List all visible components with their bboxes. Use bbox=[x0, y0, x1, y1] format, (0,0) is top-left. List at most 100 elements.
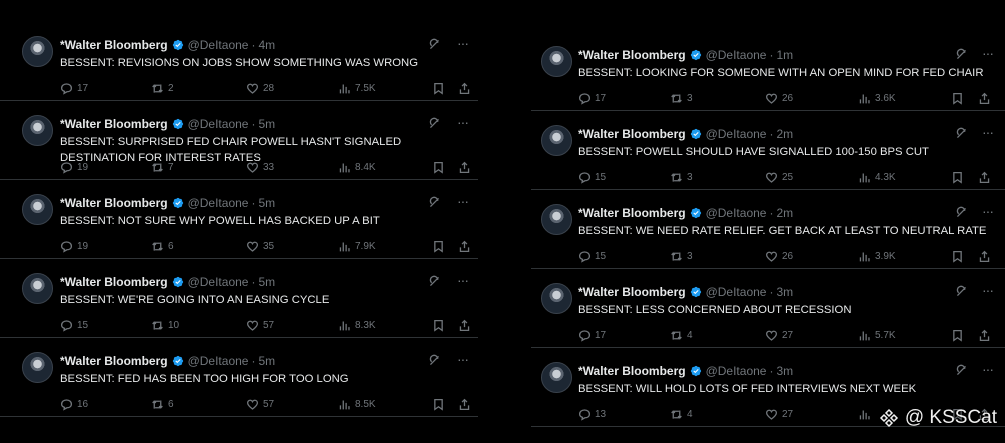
tweet[interactable]: *Walter Bloomberg @DeItaone · 5m ··· BES… bbox=[0, 259, 478, 338]
tweet[interactable]: *Walter Bloomberg @DeItaone · 5m ··· BES… bbox=[0, 180, 478, 259]
author-handle[interactable]: @DeItaone bbox=[188, 38, 249, 52]
bookmark-button[interactable] bbox=[951, 250, 968, 263]
views-button[interactable]: 7.5K bbox=[338, 82, 376, 95]
like-button[interactable]: 57 bbox=[246, 319, 274, 332]
reply-button[interactable]: 17 bbox=[60, 82, 88, 95]
more-icon[interactable]: ··· bbox=[982, 283, 994, 297]
reply-button[interactable]: 19 bbox=[60, 240, 88, 253]
reply-button[interactable]: 15 bbox=[578, 250, 606, 263]
grok-icon[interactable] bbox=[428, 275, 441, 288]
avatar[interactable] bbox=[541, 46, 572, 77]
share-button[interactable] bbox=[458, 161, 475, 174]
author-name[interactable]: *Walter Bloomberg bbox=[60, 275, 168, 289]
grok-icon[interactable] bbox=[428, 354, 441, 367]
grok-icon[interactable] bbox=[955, 364, 968, 377]
views-button[interactable]: 8.4K bbox=[338, 161, 376, 174]
like-button[interactable]: 26 bbox=[765, 250, 793, 263]
tweet-time[interactable]: 5m bbox=[258, 196, 275, 210]
more-icon[interactable]: ··· bbox=[457, 352, 469, 366]
grok-icon[interactable] bbox=[428, 38, 441, 51]
like-button[interactable]: 35 bbox=[246, 240, 274, 253]
tweet[interactable]: *Walter Bloomberg @DeItaone · 4m ··· BES… bbox=[0, 22, 478, 101]
bookmark-button[interactable] bbox=[432, 161, 449, 174]
like-button[interactable]: 25 bbox=[765, 171, 793, 184]
tweet-time[interactable]: 3m bbox=[776, 285, 793, 299]
share-button[interactable] bbox=[978, 250, 995, 263]
tweet-time[interactable]: 5m bbox=[258, 275, 275, 289]
author-handle[interactable]: @DeItaone bbox=[188, 196, 249, 210]
grok-icon[interactable] bbox=[428, 196, 441, 209]
repost-button[interactable]: 4 bbox=[670, 329, 693, 342]
reply-button[interactable]: 16 bbox=[60, 398, 88, 411]
like-button[interactable]: 57 bbox=[246, 398, 274, 411]
tweet-time[interactable]: 2m bbox=[776, 127, 793, 141]
tweet[interactable]: *Walter Bloomberg @DeItaone · 5m ··· BES… bbox=[0, 338, 478, 417]
tweet-time[interactable]: 3m bbox=[776, 364, 793, 378]
reply-button[interactable]: 19 bbox=[60, 161, 88, 174]
views-button[interactable]: 5.7K bbox=[858, 329, 896, 342]
like-button[interactable]: 27 bbox=[765, 408, 793, 421]
grok-icon[interactable] bbox=[955, 48, 968, 61]
more-icon[interactable]: ··· bbox=[457, 194, 469, 208]
avatar[interactable] bbox=[22, 352, 53, 383]
tweet-time[interactable]: 5m bbox=[258, 354, 275, 368]
share-button[interactable] bbox=[458, 240, 475, 253]
repost-button[interactable]: 6 bbox=[151, 240, 174, 253]
share-button[interactable] bbox=[978, 92, 995, 105]
tweet-time[interactable]: 5m bbox=[258, 117, 275, 131]
author-name[interactable]: *Walter Bloomberg bbox=[578, 206, 686, 220]
views-button[interactable]: 4.3K bbox=[858, 171, 896, 184]
author-handle[interactable]: @DeItaone bbox=[706, 364, 767, 378]
reply-button[interactable]: 13 bbox=[578, 408, 606, 421]
reply-button[interactable]: 17 bbox=[578, 329, 606, 342]
more-icon[interactable]: ··· bbox=[982, 362, 994, 376]
like-button[interactable]: 33 bbox=[246, 161, 274, 174]
author-handle[interactable]: @DeItaone bbox=[706, 48, 767, 62]
author-name[interactable]: *Walter Bloomberg bbox=[60, 196, 168, 210]
share-button[interactable] bbox=[978, 329, 995, 342]
avatar[interactable] bbox=[22, 115, 53, 146]
more-icon[interactable]: ··· bbox=[982, 125, 994, 139]
author-handle[interactable]: @DeItaone bbox=[706, 285, 767, 299]
grok-icon[interactable] bbox=[955, 285, 968, 298]
avatar[interactable] bbox=[541, 125, 572, 156]
author-name[interactable]: *Walter Bloomberg bbox=[60, 38, 168, 52]
reply-button[interactable]: 15 bbox=[60, 319, 88, 332]
author-name[interactable]: *Walter Bloomberg bbox=[578, 48, 686, 62]
like-button[interactable]: 26 bbox=[765, 92, 793, 105]
bookmark-button[interactable] bbox=[432, 240, 449, 253]
bookmark-button[interactable] bbox=[432, 319, 449, 332]
views-button[interactable]: 8.5K bbox=[338, 398, 376, 411]
author-name[interactable]: *Walter Bloomberg bbox=[60, 354, 168, 368]
bookmark-button[interactable] bbox=[951, 171, 968, 184]
tweet[interactable]: *Walter Bloomberg @DeItaone · 1m ··· BES… bbox=[531, 32, 1005, 111]
share-button[interactable] bbox=[458, 398, 475, 411]
repost-button[interactable]: 6 bbox=[151, 398, 174, 411]
repost-button[interactable]: 3 bbox=[670, 92, 693, 105]
more-icon[interactable]: ··· bbox=[457, 273, 469, 287]
author-handle[interactable]: @DeItaone bbox=[706, 206, 767, 220]
grok-icon[interactable] bbox=[955, 206, 968, 219]
author-name[interactable]: *Walter Bloomberg bbox=[60, 117, 168, 131]
grok-icon[interactable] bbox=[428, 117, 441, 130]
author-name[interactable]: *Walter Bloomberg bbox=[578, 364, 686, 378]
views-button[interactable]: 7.9K bbox=[338, 240, 376, 253]
grok-icon[interactable] bbox=[955, 127, 968, 140]
author-handle[interactable]: @DeItaone bbox=[188, 275, 249, 289]
avatar[interactable] bbox=[22, 194, 53, 225]
tweet[interactable]: *Walter Bloomberg @DeItaone · 5m ··· BES… bbox=[0, 101, 478, 180]
repost-button[interactable]: 10 bbox=[151, 319, 179, 332]
tweet[interactable]: *Walter Bloomberg @DeItaone · 2m ··· BES… bbox=[531, 111, 1005, 190]
author-name[interactable]: *Walter Bloomberg bbox=[578, 285, 686, 299]
tweet[interactable]: *Walter Bloomberg @DeItaone · 3m ··· BES… bbox=[531, 269, 1005, 348]
repost-button[interactable]: 2 bbox=[151, 82, 174, 95]
repost-button[interactable]: 7 bbox=[151, 161, 174, 174]
repost-button[interactable]: 3 bbox=[670, 171, 693, 184]
repost-button[interactable]: 4 bbox=[670, 408, 693, 421]
tweet-time[interactable]: 4m bbox=[258, 38, 275, 52]
avatar[interactable] bbox=[541, 283, 572, 314]
repost-button[interactable]: 3 bbox=[670, 250, 693, 263]
bookmark-button[interactable] bbox=[432, 398, 449, 411]
bookmark-button[interactable] bbox=[951, 92, 968, 105]
share-button[interactable] bbox=[458, 82, 475, 95]
